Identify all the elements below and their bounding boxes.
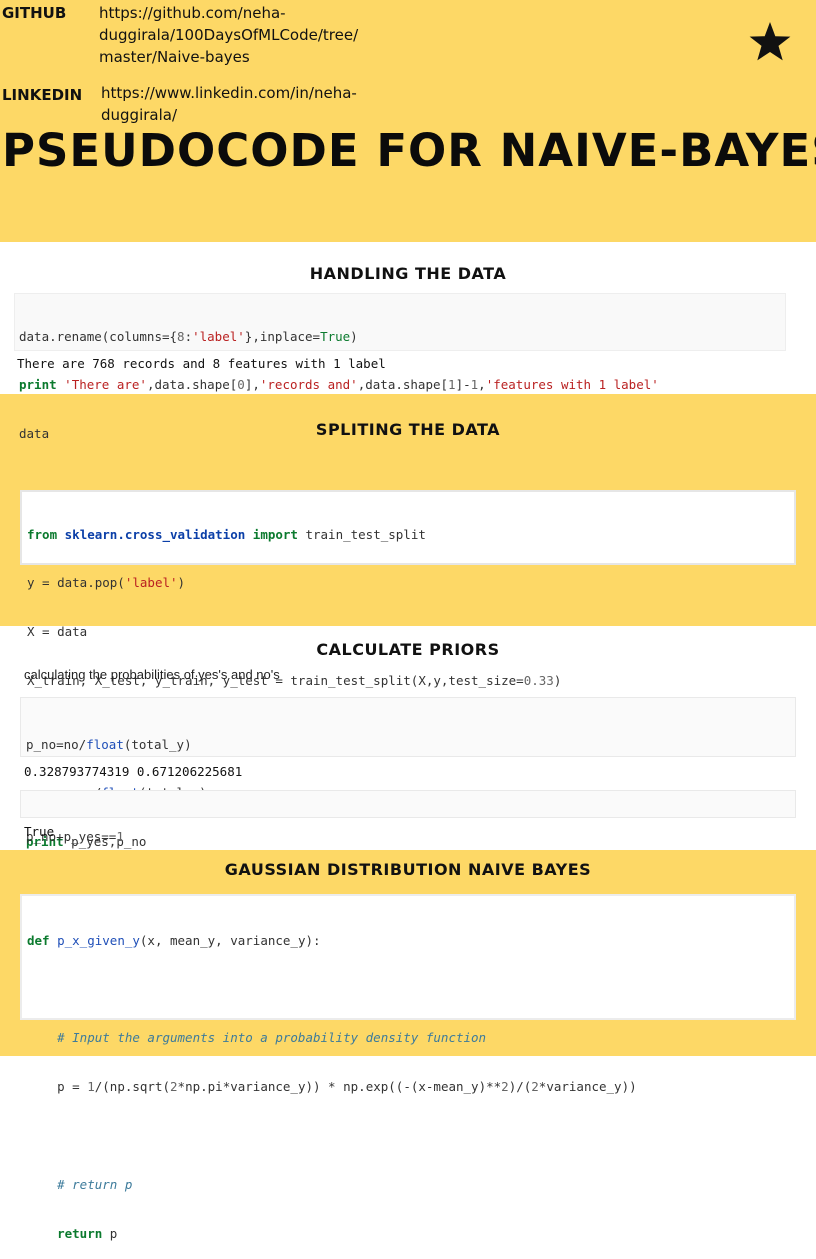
output-priors-check: True [24, 824, 55, 839]
code-cell-handling: data.rename(columns={8:'label'},inplace=… [14, 293, 786, 441]
linkedin-label: LINKEDIN [2, 86, 83, 104]
code-cell-priors-check: p_no+p_yes==1 [20, 790, 796, 844]
github-label: GITHUB [2, 4, 67, 22]
star-icon [749, 22, 791, 61]
code-cell-gaussian: def p_x_given_y(x, mean_y, variance_y): … [20, 894, 796, 1241]
github-url-line: duggirala/100DaysOfMLCode/tree/ [99, 26, 359, 44]
code-line: X = data [27, 624, 88, 640]
section-title-handling: HANDLING THE DATA [309, 264, 507, 283]
github-url[interactable]: https://github.com/neha- duggirala/100Da… [99, 2, 369, 68]
code-line: data.rename(columns={8:'label'},inplace=… [19, 328, 358, 344]
priors-note: calculating the probabilities of yes's a… [24, 667, 280, 682]
code-line: p = 1/(np.sqrt(2*np.pi*variance_y)) * np… [27, 1079, 637, 1095]
github-url-line: master/Naive-bayes [99, 48, 250, 66]
linkedin-url[interactable]: https://www.linkedin.com/in/neha- duggir… [101, 82, 371, 126]
page-title: PSEUDOCODE FOR NAIVE-BAYES [2, 124, 816, 177]
code-line: # Input the arguments into a probability… [57, 1030, 487, 1046]
code-line: print 'There are',data.shape[0],'records… [19, 377, 659, 393]
linkedin-url-line: duggirala/ [101, 106, 178, 124]
code-line: p_no+p_yes==1 [26, 828, 124, 844]
code-cell-priors: p_no=no/float(total_y) p_yes=yes/float(t… [20, 697, 796, 849]
linkedin-url-line: https://www.linkedin.com/in/neha- [101, 84, 357, 102]
code-cell-splitting: from sklearn.cross_validation import tra… [20, 490, 796, 688]
code-line: def p_x_given_y(x, mean_y, variance_y): [27, 932, 321, 948]
section-title-gaussian: GAUSSIAN DISTRIBUTION NAIVE BAYES [224, 860, 592, 879]
output-priors: 0.328793774319 0.671206225681 [24, 764, 243, 779]
code-line: y = data.pop('label') [27, 575, 186, 591]
output-handling: There are 768 records and 8 features wit… [17, 356, 386, 371]
code-line: from sklearn.cross_validation import tra… [27, 526, 426, 542]
github-url-line: https://github.com/neha- [99, 4, 286, 22]
code-line: p_no=no/float(total_y) [26, 736, 192, 752]
section-title-splitting: SPLITING THE DATA [315, 420, 501, 439]
code-line: return p [57, 1225, 118, 1241]
section-title-priors: CALCULATE PRIORS [316, 640, 500, 659]
code-line: # return p [57, 1177, 133, 1193]
